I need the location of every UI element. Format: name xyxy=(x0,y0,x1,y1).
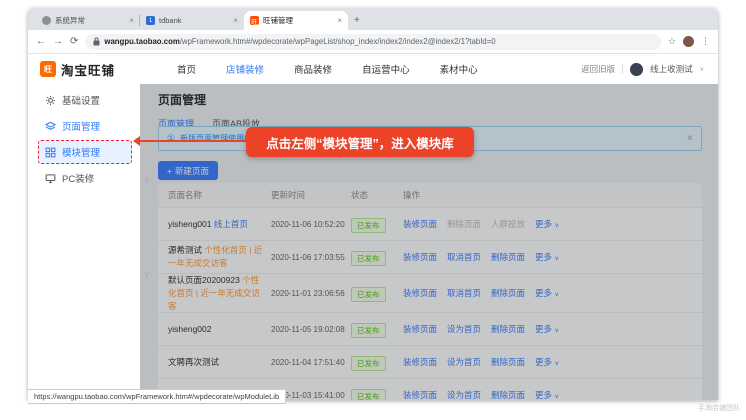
chrome-menu-icon[interactable]: ⋮ xyxy=(701,36,710,47)
account-caret-icon[interactable]: ∨ xyxy=(700,66,704,73)
globe-favicon-icon xyxy=(42,16,51,25)
account-name[interactable]: 线上收测试 xyxy=(650,63,693,75)
nav-item-link[interactable]: 素材中心 xyxy=(440,62,478,76)
browser-toolbar: ← → ⟳ wangpu.taobao.com/wpFramework.htm#… xyxy=(28,30,718,54)
sidebar-item-label: PC装修 xyxy=(62,174,95,185)
sidebar-item-modules[interactable]: 模块管理 xyxy=(38,140,132,164)
sidebar-item-label: 模块管理 xyxy=(62,148,101,159)
top-navigation: 首页 店铺装修 商品装修 自运营中心 素材中心 xyxy=(177,62,478,76)
back-icon[interactable]: ← xyxy=(36,36,46,47)
bookmark-star-icon[interactable]: ☆ xyxy=(668,36,676,47)
pc-icon xyxy=(45,173,56,183)
pages-icon xyxy=(45,121,56,130)
status-bar-link: https://wangpu.taobao.com/wpFramework.ht… xyxy=(28,389,287,404)
tab-close-icon[interactable]: × xyxy=(233,16,238,25)
browser-tab-globe[interactable]: 系统异常 × xyxy=(36,11,140,30)
sidebar-item-pc[interactable]: PC装修 xyxy=(38,166,132,190)
browser-window: 系统异常 × 1 tdbank × 旺旺铺管理 × + ← → ⟳ wangpu.taoba… xyxy=(28,8,718,404)
brand-logo[interactable]: 旺 淘宝旺铺 xyxy=(40,60,115,79)
guide-tooltip: 点击左侧“模块管理”，进入模块库 xyxy=(246,127,474,157)
address-bar[interactable]: wangpu.taobao.com/wpFramework.htm#/wpdec… xyxy=(85,33,661,50)
tab-title: 旺铺管理 xyxy=(263,16,293,25)
tdbank-favicon-icon: 1 xyxy=(146,16,155,25)
new-tab-button[interactable]: + xyxy=(354,16,360,26)
sidebar-item-settings[interactable]: 基础设置 xyxy=(38,88,132,112)
browser-tab-tdbank[interactable]: 1 tdbank × xyxy=(139,11,244,30)
tab-close-icon[interactable]: × xyxy=(129,16,134,25)
brand-title: 淘宝旺铺 xyxy=(61,63,116,78)
app-body: 基础设置 页面管理 模块管理 PC装修 页面管理 页面管理 页面AB投放 ① 新版页面管… xyxy=(28,84,718,400)
sidebar-item-pages[interactable]: 页面管理 xyxy=(38,114,132,138)
sidebar-item-label: 基础设置 xyxy=(62,96,101,107)
tab-title: tdbank xyxy=(159,16,182,25)
nav-item-active[interactable]: 店铺装修 xyxy=(226,62,264,76)
nav-item-link[interactable]: 首页 xyxy=(177,62,196,76)
divider xyxy=(622,64,624,74)
tab-title: 系统异常 xyxy=(55,16,85,25)
settings-icon xyxy=(45,95,56,105)
sidebar: 基础设置页面管理模块管理 PC装修 xyxy=(28,84,140,400)
lock-icon xyxy=(93,37,100,46)
sidebar-item-label: 页面管理 xyxy=(62,122,101,133)
wangpu-favicon-icon: 旺 xyxy=(250,16,259,26)
app-header: 旺 淘宝旺铺 首页 店铺装修 商品装修 自运营中心 素材中心 返回旧版 线上收测试 ∨ xyxy=(28,54,718,84)
wangpu-logo-icon: 旺 xyxy=(40,61,56,77)
user-avatar[interactable] xyxy=(630,62,644,76)
back-to-old-version-link[interactable]: 返回旧版 xyxy=(581,63,615,75)
forward-icon[interactable]: → xyxy=(53,36,63,47)
watermark-text: 手淘店铺团队 xyxy=(698,405,740,412)
browser-tab-wangpu[interactable]: 旺旺铺管理 × xyxy=(244,11,348,30)
chrome-profile-avatar[interactable] xyxy=(683,36,694,47)
nav-item-link[interactable]: 商品装修 xyxy=(294,62,332,76)
tab-close-icon[interactable]: × xyxy=(337,16,342,25)
modules-icon xyxy=(45,147,56,157)
app-viewport: 旺 淘宝旺铺 首页 店铺装修 商品装修 自运营中心 素材中心 返回旧版 线上收测试 ∨ … xyxy=(28,54,718,400)
reload-icon[interactable]: ⟳ xyxy=(70,36,78,47)
url-text: wangpu.taobao.com/wpFramework.htm#/wpdec… xyxy=(104,37,496,46)
nav-item-link[interactable]: 自运营中心 xyxy=(362,62,410,76)
guide-arrow xyxy=(133,136,248,146)
browser-tabstrip: 系统异常 × 1 tdbank × 旺旺铺管理 × + xyxy=(28,8,718,30)
